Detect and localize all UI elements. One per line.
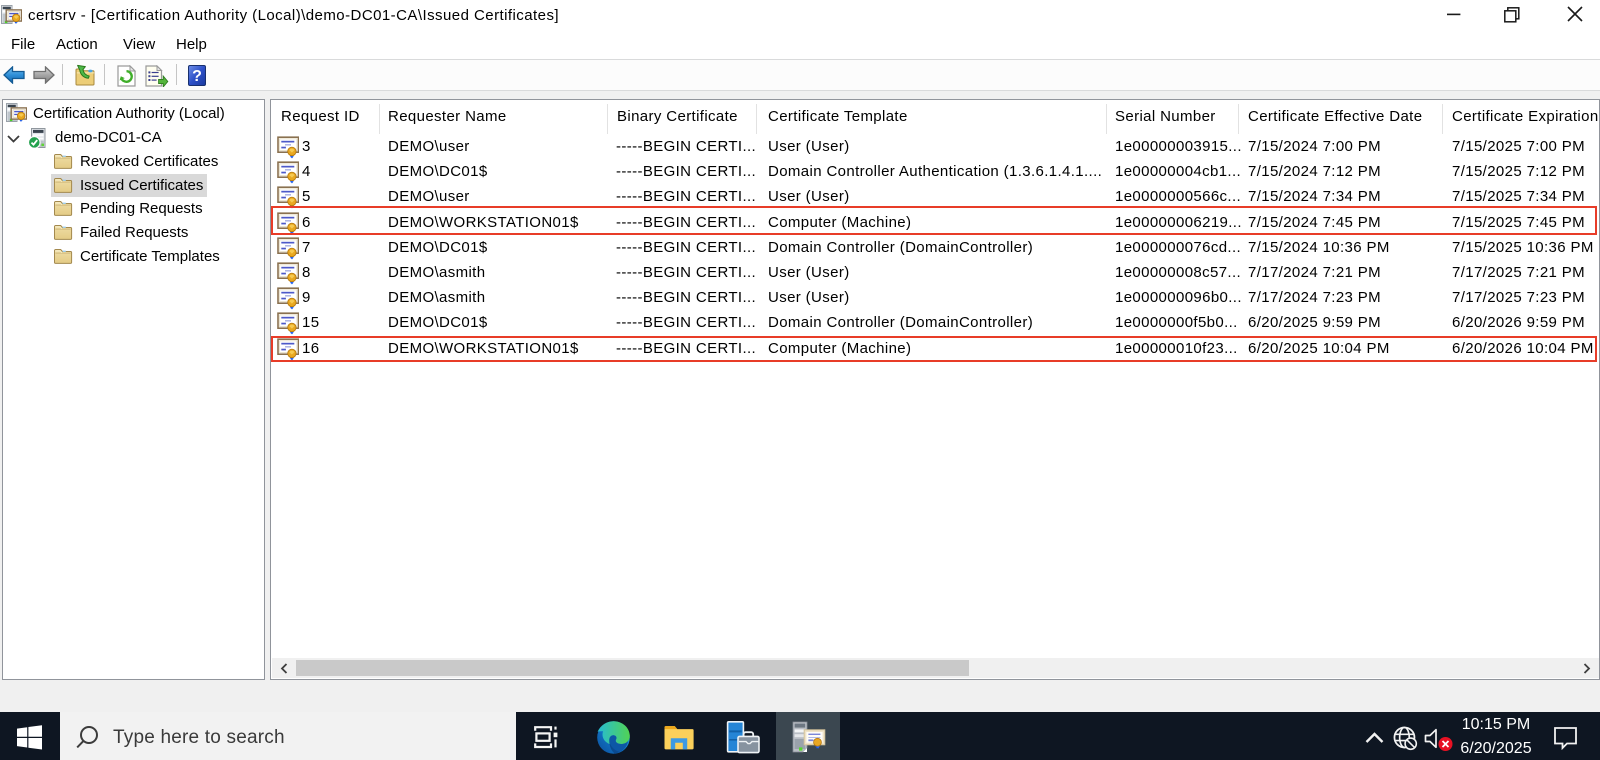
svg-text:?: ? [192, 68, 202, 85]
